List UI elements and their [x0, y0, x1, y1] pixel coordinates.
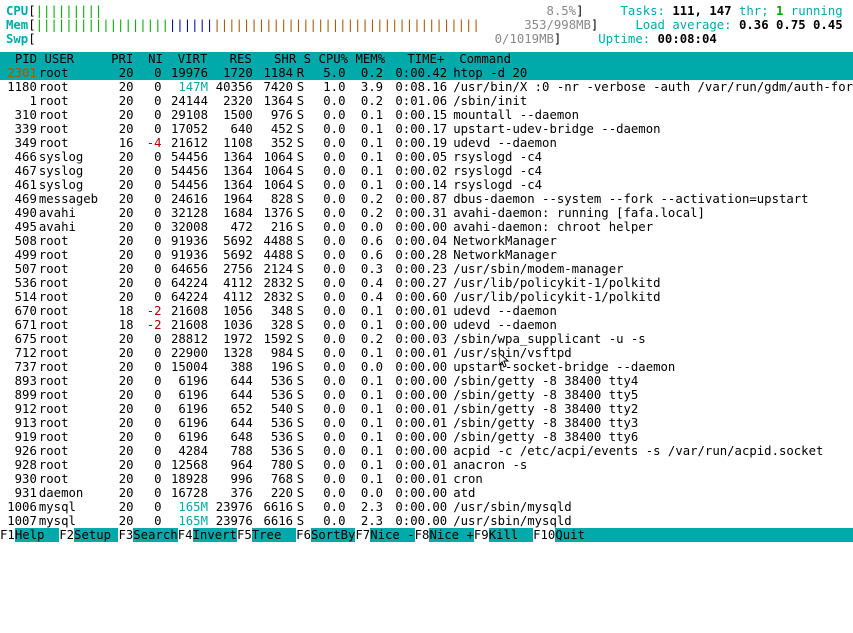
mem-label: Mem	[6, 18, 28, 32]
table-row[interactable]: 469messageb200246161964828S0.00.20:00.87…	[0, 192, 853, 206]
process-header[interactable]: PID USER PRI NI VIRT RES SHR S CPU% MEM%…	[0, 52, 853, 66]
fkey-F5[interactable]: F5	[237, 528, 252, 542]
fkey-label: Nice -	[370, 528, 414, 542]
table-row[interactable]: 712root200229001328984S0.00.10:00.01/usr…	[0, 346, 853, 360]
fkey-F6[interactable]: F6	[296, 528, 311, 542]
table-row[interactable]: 928root20012568964780S0.00.10:00.01anacr…	[0, 458, 853, 472]
table-row[interactable]: 913root2006196644536S0.00.10:00.01/sbin/…	[0, 416, 853, 430]
swp-val: 0/1019MB	[495, 32, 554, 46]
fkey-label: Invert	[193, 528, 237, 542]
fkey-F8[interactable]: F8	[415, 528, 430, 542]
uptime-label: Uptime:	[598, 32, 657, 46]
cpu-pct: 8.5%	[546, 4, 576, 18]
fkey-F7[interactable]: F7	[355, 528, 370, 542]
table-row[interactable]: 671root18-2216081036328S0.00.10:00.00ude…	[0, 318, 853, 332]
table-row[interactable]: 467syslog2005445613641064S0.00.10:00.02r…	[0, 164, 853, 178]
load-val: 0.36 0.75 0.45	[739, 18, 843, 32]
table-row[interactable]: 310root200291081500976S0.00.10:00.15moun…	[0, 108, 853, 122]
table-row[interactable]: 675root2002881219721592S0.00.20:00.03/sb…	[0, 332, 853, 346]
table-row[interactable]: 1root2002414423201364S0.00.20:01.06/sbin…	[0, 94, 853, 108]
fkey-label: Search	[133, 528, 177, 542]
table-row[interactable]: 339root20017052640452S0.00.10:00.17upsta…	[0, 122, 853, 136]
fkey-F2[interactable]: F2	[59, 528, 74, 542]
table-row[interactable]: 507root2006465627562124S0.00.30:00.23/us…	[0, 262, 853, 276]
table-row[interactable]: 670root18-2216081056348S0.00.10:00.01ude…	[0, 304, 853, 318]
cpu-label: CPU	[6, 4, 28, 18]
table-row[interactable]: 912root2006196652540S0.00.10:00.01/sbin/…	[0, 402, 853, 416]
fkey-label: Nice +	[429, 528, 473, 542]
table-row[interactable]: 1007mysql200165M239766616S0.02.30:00.00/…	[0, 514, 853, 528]
table-row[interactable]: 926root2004284788536S0.00.10:00.00acpid …	[0, 444, 853, 458]
table-row[interactable]: 899root2006196644536S0.00.10:00.00/sbin/…	[0, 388, 853, 402]
tasks-label: Tasks:	[621, 4, 673, 18]
fkey-label: Help	[15, 528, 59, 542]
table-row[interactable]: 466syslog2005445613641064S0.00.10:00.05r…	[0, 150, 853, 164]
table-row[interactable]: 499root2009193656924488S0.00.60:00.28Net…	[0, 248, 853, 262]
table-row[interactable]: 514root2006422441122832S0.00.40:00.60/us…	[0, 290, 853, 304]
fkey-label: SortBy	[311, 528, 355, 542]
table-row[interactable]: 1180root200147M403567420S1.03.90:08.16/u…	[0, 80, 853, 94]
table-row[interactable]: 737root20015004388196S0.00.00:00.00upsta…	[0, 360, 853, 374]
table-row[interactable]: 536root2006422441122832S0.00.40:00.27/us…	[0, 276, 853, 290]
fkey-F3[interactable]: F3	[118, 528, 133, 542]
tasks-val: 111, 147	[672, 4, 731, 18]
table-row[interactable]: 490avahi2003212816841376S0.00.20:00.31av…	[0, 206, 853, 220]
cpu-bar: |||||||||	[36, 4, 103, 18]
process-table[interactable]: 2301 root 20 0 19976 1720 1184 R 5.0 0.2…	[0, 66, 853, 528]
table-row[interactable]: 893root2006196644536S0.00.10:00.00/sbin/…	[0, 374, 853, 388]
table-row[interactable]: 508root2009193656924488S0.00.60:00.04Net…	[0, 234, 853, 248]
fkey-F4[interactable]: F4	[178, 528, 193, 542]
table-row[interactable]: 461syslog2005445613641064S0.00.10:00.14r…	[0, 178, 853, 192]
fkey-label: Tree	[252, 528, 296, 542]
footer-fkeys[interactable]: F1Help F2Setup F3SearchF4InvertF5Tree F6…	[0, 528, 853, 542]
htop-screen: CPU[||||||||| 8.5%] Tasks: 111, 147 thr;…	[0, 0, 853, 542]
fkey-F1[interactable]: F1	[0, 528, 15, 542]
table-row[interactable]: 349root16-4216121108352S0.00.10:00.19ude…	[0, 136, 853, 150]
meters-block: CPU[||||||||| 8.5%] Tasks: 111, 147 thr;…	[0, 0, 853, 52]
table-row[interactable]: 1006mysql200165M239766616S0.02.30:00.00/…	[0, 500, 853, 514]
table-row[interactable]: 931daemon20016728376220S0.00.00:00.00atd	[0, 486, 853, 500]
swp-label: Swp	[6, 32, 28, 46]
load-label: Load average:	[635, 18, 739, 32]
fkey-label: Quit	[555, 528, 599, 542]
fkey-label: Setup	[74, 528, 118, 542]
mem-bar: ||||||||||||||||||||||||||||||||||||||||…	[36, 18, 480, 32]
table-row[interactable]: 919root2006196648536S0.00.10:00.00/sbin/…	[0, 430, 853, 444]
uptime-val: 00:08:04	[658, 32, 717, 46]
fkey-label: Kill	[489, 528, 533, 542]
table-row[interactable]: 495avahi20032008472216S0.00.00:00.00avah…	[0, 220, 853, 234]
mem-val: 353/998MB	[524, 18, 591, 32]
table-row[interactable]: 930root20018928996768S0.00.10:00.01cron	[0, 472, 853, 486]
fkey-F10[interactable]: F10	[533, 528, 555, 542]
fkey-F9[interactable]: F9	[474, 528, 489, 542]
table-row-selected[interactable]: 2301 root 20 0 19976 1720 1184 R 5.0 0.2…	[0, 66, 853, 80]
